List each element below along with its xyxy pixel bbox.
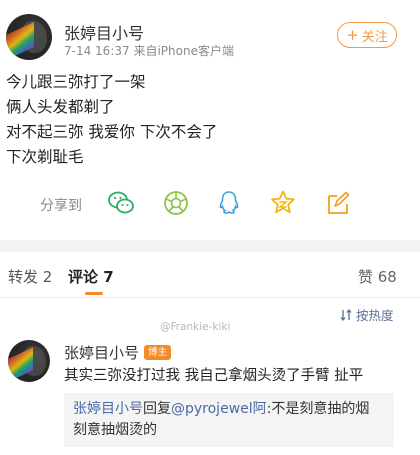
reply-preview[interactable]: 张婷目小号回复@pyrojewel阿:不是刻意抽的烟 刻意抽烟烫的 <box>64 393 394 447</box>
save-edit-icon[interactable] <box>323 188 353 218</box>
comment-author[interactable]: 张婷目小号 博主 <box>64 342 172 363</box>
post-line: 今儿跟三弥打了一架 <box>6 73 146 91</box>
qzone-star-icon[interactable] <box>268 188 298 218</box>
wechat-icon[interactable] <box>106 188 136 218</box>
watermark: @Frankie-kiki <box>160 321 231 333</box>
sort-toggle[interactable]: 按热度 <box>340 305 394 324</box>
share-row: 分享到 <box>0 185 420 225</box>
comment-username: 张婷目小号 <box>64 344 140 362</box>
post-username[interactable]: 张婷目小号 <box>64 20 144 44</box>
qq-icon[interactable] <box>214 188 244 218</box>
avatar[interactable] <box>6 14 52 60</box>
reply-author[interactable]: 张婷目小号 <box>73 401 143 417</box>
reply-verb: 回复 <box>143 401 171 417</box>
post-source: 来自iPhone客户端 <box>133 44 234 58</box>
sort-icon <box>340 308 352 321</box>
post-meta: 7-14 16:37 来自iPhone客户端 <box>64 42 234 59</box>
tab-repost[interactable]: 转发 2 <box>8 266 52 287</box>
moments-icon[interactable] <box>161 188 191 218</box>
post-time: 7-14 16:37 <box>64 44 130 58</box>
follow-label: 关注 <box>361 29 388 45</box>
post-line: 俩人头发都剃了 <box>6 98 115 116</box>
active-tab-indicator <box>85 292 103 295</box>
tab-like[interactable]: 赞 68 <box>358 266 397 287</box>
tab-comment[interactable]: 评论 7 <box>68 266 114 287</box>
plus-icon: + <box>346 25 359 44</box>
sort-label: 按热度 <box>356 308 394 323</box>
post-line: 对不起三弥 我爱你 下次不会了 <box>6 123 218 141</box>
reply-mention[interactable]: @pyrojewel阿 <box>171 401 267 417</box>
weibo-post: 张婷目小号 7-14 16:37 来自iPhone客户端 + 关注 今儿跟三弥打… <box>0 0 420 240</box>
comment-tabs: 转发 2 评论 7 赞 68 <box>0 252 420 298</box>
comment-text: 其实三弥没打过我 我自己拿烟头烫了手臂 扯平 <box>64 368 364 384</box>
section-divider <box>0 240 420 252</box>
post-content: 今儿跟三弥打了一架 俩人头发都剃了 对不起三弥 我爱你 下次不会了 下次剃耻毛 <box>6 70 217 170</box>
comment-avatar[interactable] <box>8 340 50 382</box>
post-line: 下次剃耻毛 <box>6 148 84 166</box>
share-label: 分享到 <box>40 198 82 214</box>
author-badge: 博主 <box>144 345 172 360</box>
follow-button[interactable]: + 关注 <box>337 22 397 48</box>
